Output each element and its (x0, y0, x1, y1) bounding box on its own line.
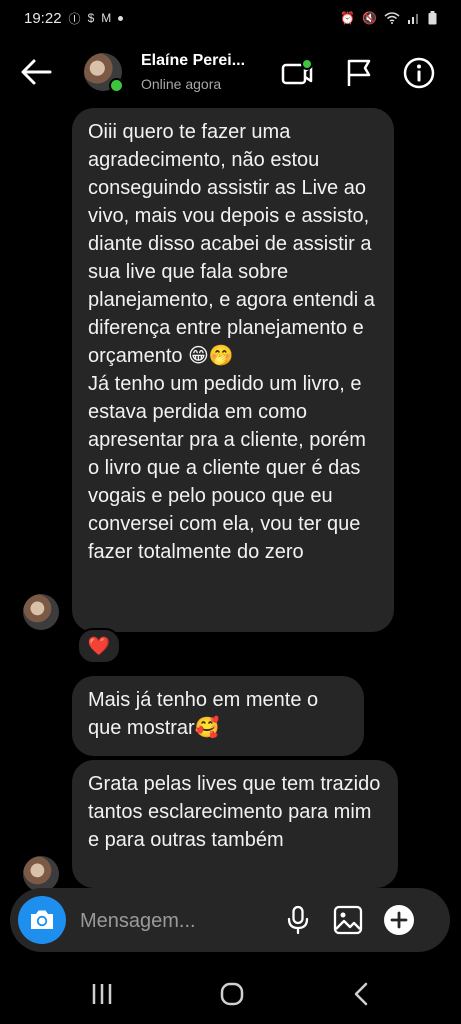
bluetooth-sync-icon: Ⓘ (68, 11, 81, 26)
message-input[interactable] (78, 900, 282, 942)
heart-reaction[interactable]: ❤️ (77, 628, 121, 664)
message-composer (10, 888, 450, 952)
back-button[interactable] (18, 56, 54, 88)
video-camera-icon (281, 58, 313, 85)
recent-apps-icon (92, 984, 112, 1004)
status-time: 19:22 (24, 9, 62, 27)
system-back-button[interactable] (348, 980, 376, 1008)
contact-name[interactable]: Elaíne Perei... (141, 52, 245, 70)
video-call-button[interactable] (280, 56, 314, 90)
home-button[interactable] (218, 980, 246, 1008)
camera-button[interactable] (18, 896, 66, 944)
arrow-left-icon (21, 59, 52, 85)
message-bubble[interactable]: Oiii quero te fazer uma agradecimento, n… (72, 108, 394, 632)
gmail-icon: M (101, 11, 112, 25)
plus-circle-icon (384, 905, 414, 935)
recent-apps-button[interactable] (88, 980, 116, 1008)
flag-icon (347, 59, 371, 86)
report-button[interactable] (342, 56, 376, 90)
online-indicator (109, 78, 124, 93)
chat-header: Elaíne Perei... Online agora (0, 44, 461, 102)
contact-avatar-button[interactable] (84, 53, 124, 93)
alarm-icon: ⏰ (340, 11, 356, 25)
home-icon (220, 982, 244, 1006)
gallery-button[interactable] (332, 904, 364, 936)
heart-icon: ❤️ (87, 635, 111, 656)
dollar-app-icon: $ (87, 11, 95, 25)
image-icon (333, 905, 363, 935)
status-bar: 19:22 Ⓘ $ M ⏰ 🔇 (0, 0, 461, 36)
camera-icon (31, 910, 53, 929)
message-bubble[interactable]: Grata pelas lives que tem trazido tantos… (72, 760, 398, 888)
contact-status: Online agora (141, 76, 222, 92)
add-button[interactable] (383, 904, 415, 936)
microphone-button[interactable] (282, 904, 314, 936)
info-icon (403, 57, 435, 89)
chevron-left-icon (354, 982, 368, 1006)
signal-icon (408, 14, 418, 24)
more-notifications-icon (118, 15, 124, 21)
mute-icon: 🔇 (362, 11, 377, 25)
battery-icon (428, 11, 437, 25)
system-navigation-bar (0, 962, 461, 1024)
microphone-icon (287, 905, 309, 935)
sender-avatar (23, 856, 59, 892)
message-bubble[interactable]: Mais já tenho em mente o que mostrar🥰 (72, 676, 364, 756)
wifi-icon (384, 12, 400, 24)
sender-avatar (23, 594, 59, 630)
info-button[interactable] (402, 56, 436, 90)
